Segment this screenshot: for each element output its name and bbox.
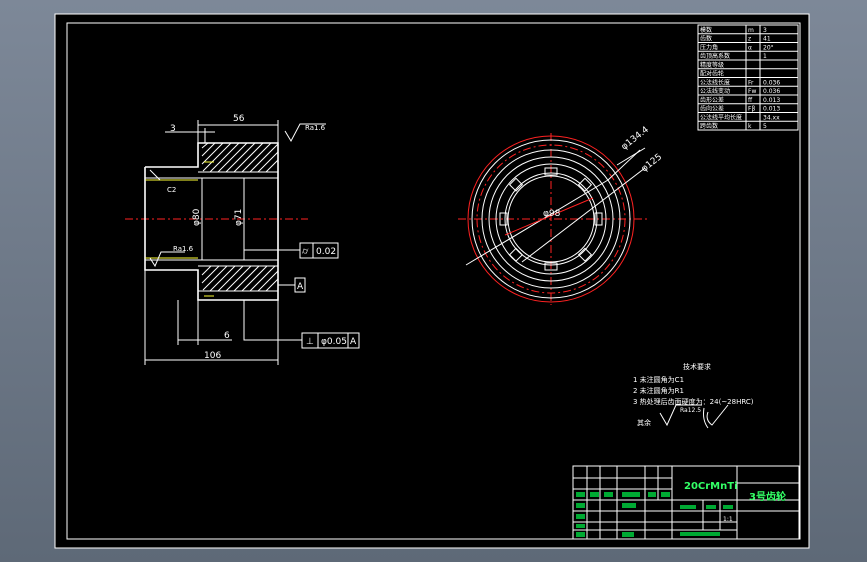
param-cell: 跨齿数 [700, 122, 718, 130]
param-cell: Fw [748, 88, 756, 95]
param-cell: 0.036 [763, 88, 780, 95]
cad-viewport: 3 56 6 106 φ80 φ71 C2 Ra1.6 Ra1.6 ⌭ 0.02… [0, 0, 867, 562]
part-name: 3号齿轮 [749, 490, 786, 503]
param-cell: 34.xx [763, 114, 780, 121]
param-cell: 齿数 [700, 35, 712, 43]
svg-text:⌭: ⌭ [302, 247, 309, 257]
param-cell: Fr [748, 79, 754, 86]
param-cell: Fβ [748, 106, 755, 113]
dim-3: 3 [170, 124, 176, 134]
param-cell: α [748, 44, 752, 51]
dim-phi80: φ80 [192, 208, 202, 226]
notes-title: 技术要求 [683, 362, 711, 371]
scale-label: 1:1 [723, 516, 733, 523]
drawing-canvas: 3 56 6 106 φ80 φ71 C2 Ra1.6 Ra1.6 ⌭ 0.02… [54, 13, 810, 549]
dim-6: 6 [224, 331, 230, 341]
param-cell: 公法线变动 [700, 87, 730, 95]
param-cell: z [748, 36, 751, 43]
param-cell: 齿顶高系数 [700, 52, 730, 60]
param-cell: 0.036 [763, 79, 780, 86]
rest-roughness: Ra12.5 [680, 407, 701, 414]
param-cell: 3 [763, 27, 767, 34]
param-cell: 5 [763, 123, 767, 130]
note-1: 1 未注圆角为C1 [633, 375, 684, 384]
param-cell: m [748, 27, 754, 34]
svg-text:φ0.05: φ0.05 [321, 337, 347, 347]
param-cell: 公法线平均长度 [700, 113, 742, 121]
param-cell: k [748, 123, 752, 130]
param-cell: 压力角 [700, 43, 718, 51]
dim-phi71: φ71 [234, 209, 244, 226]
rest-label: 其余 [637, 418, 651, 427]
param-cell: 20° [763, 44, 774, 51]
param-cell: 配对齿轮 [700, 70, 724, 78]
chamfer-label: C2 [167, 186, 176, 194]
dim-phi98: φ98 [543, 209, 561, 219]
note-2: 2 未注圆角为R1 [633, 386, 684, 395]
param-cell: 1 [763, 53, 767, 60]
dim-106: 106 [204, 351, 221, 361]
svg-text:A: A [350, 337, 357, 347]
dim-56: 56 [233, 114, 245, 124]
svg-text:0.02: 0.02 [316, 247, 336, 257]
svg-text:⊥: ⊥ [306, 337, 314, 347]
param-cell: 41 [763, 36, 771, 43]
param-cell: 0.013 [763, 97, 780, 104]
param-cell: 齿形公差 [700, 96, 724, 104]
roughness-top: Ra1.6 [305, 124, 326, 132]
sheet-border [54, 13, 810, 549]
param-cell: 齿向公差 [700, 105, 724, 113]
param-cell: 精度等级 [700, 61, 724, 69]
roughness-left: Ra1.6 [173, 245, 194, 253]
param-cell: 模数 [700, 26, 712, 34]
param-cell: 0.013 [763, 106, 780, 113]
material-label: 20CrMnTi [684, 481, 738, 492]
svg-text:A: A [297, 282, 304, 292]
param-cell: 公法线长度 [700, 78, 730, 86]
